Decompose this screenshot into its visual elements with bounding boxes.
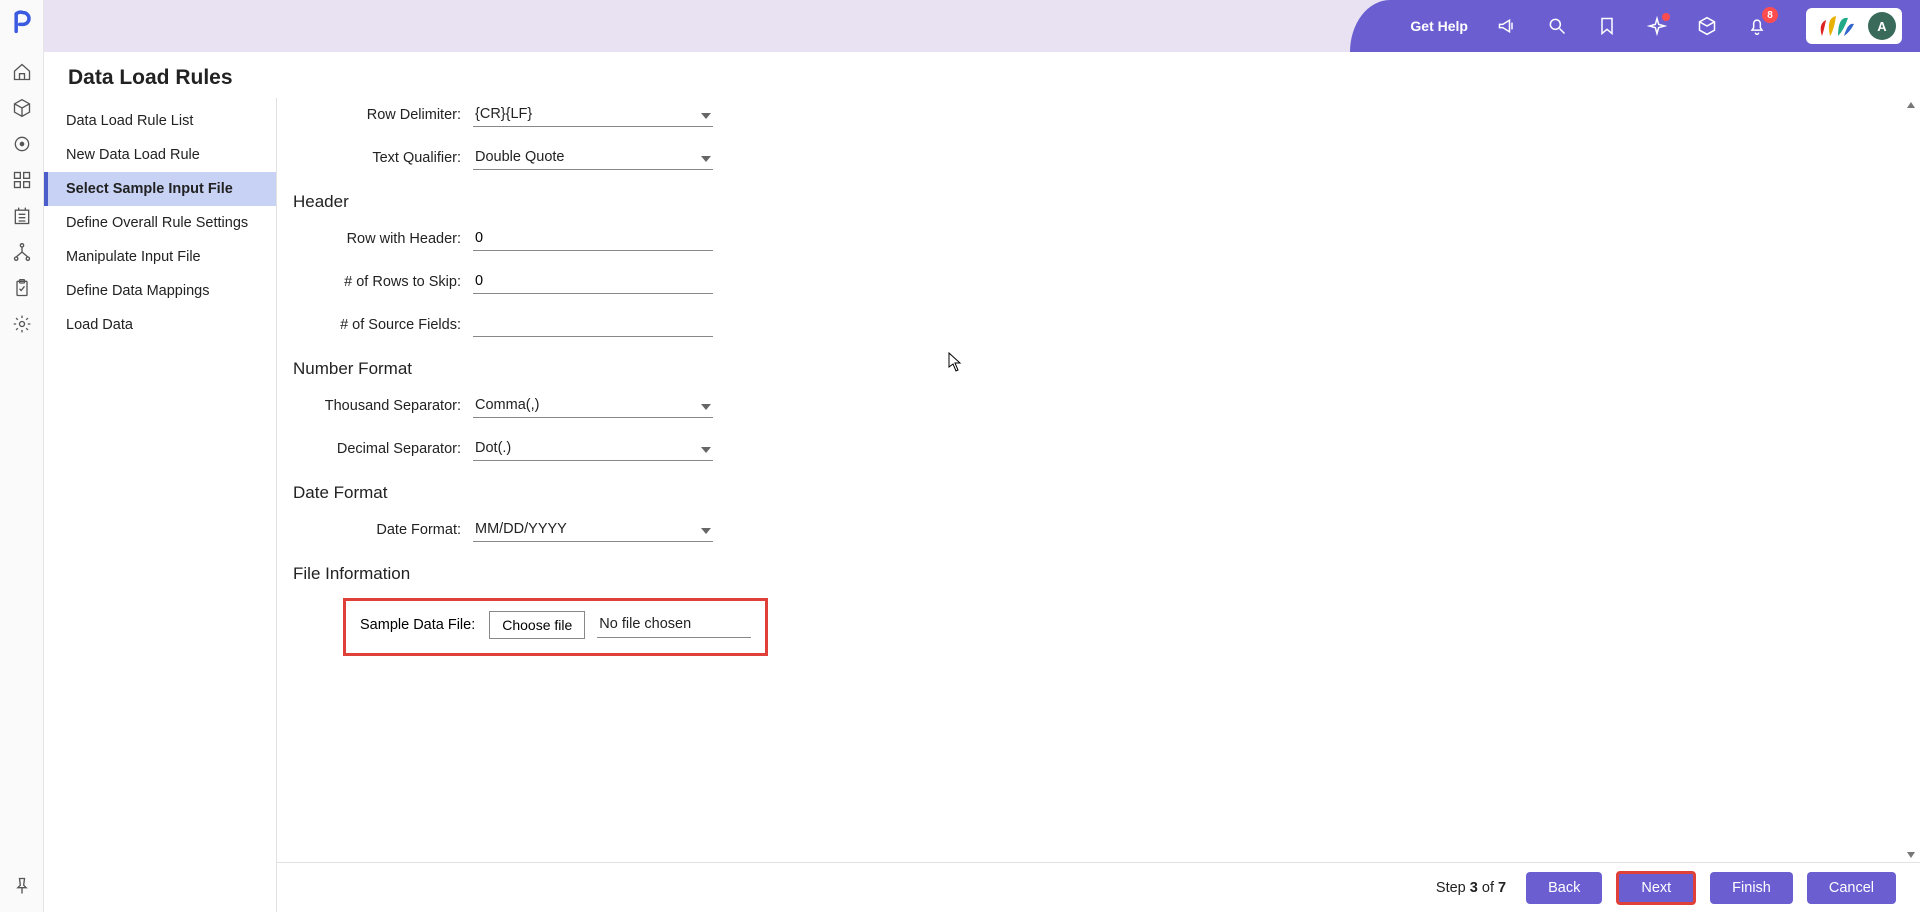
thousand-sep-label: Thousand Separator: — [293, 398, 473, 414]
wiz-item-list[interactable]: Data Load Rule List — [44, 104, 276, 138]
rows-to-skip-input[interactable] — [473, 269, 713, 294]
date-format-select[interactable]: MM/DD/YYYY — [473, 517, 713, 542]
wiz-item-manipulate[interactable]: Manipulate Input File — [44, 240, 276, 274]
source-fields-label: # of Source Fields: — [293, 317, 473, 333]
building-icon[interactable] — [10, 204, 34, 228]
wiz-item-load[interactable]: Load Data — [44, 308, 276, 342]
decimal-sep-label: Decimal Separator: — [293, 441, 473, 457]
file-section: File Information — [293, 564, 1892, 584]
form-scroll[interactable]: Row Delimiter: {CR}{LF} Text Qualifier: … — [293, 98, 1892, 862]
next-button[interactable]: Next — [1616, 871, 1696, 905]
row-delimiter-label: Row Delimiter: — [293, 107, 473, 123]
page: Data Load Rules Data Load Rule List New … — [44, 52, 1920, 912]
cancel-button[interactable]: Cancel — [1807, 872, 1896, 904]
number-section: Number Format — [293, 359, 1892, 379]
thousand-sep-select[interactable]: Comma(,) — [473, 393, 713, 418]
scrollbar[interactable] — [1904, 98, 1918, 862]
grid-icon[interactable] — [10, 168, 34, 192]
get-help-link[interactable]: Get Help — [1410, 18, 1468, 34]
date-format-label: Date Format: — [293, 522, 473, 538]
topbar-actions: Get Help 8 A — [1350, 0, 1920, 52]
text-qualifier-select[interactable]: Double Quote — [473, 145, 713, 170]
sample-file-highlight: Sample Data File: Choose file No file ch… — [343, 598, 768, 656]
bell-icon[interactable]: 8 — [1746, 15, 1768, 37]
row-with-header-input[interactable] — [473, 226, 713, 251]
search-icon[interactable] — [1546, 15, 1568, 37]
row-delimiter-select[interactable]: {CR}{LF} — [473, 102, 713, 127]
home-icon[interactable] — [10, 60, 34, 84]
sample-file-label: Sample Data File: — [360, 617, 475, 633]
sparkle-icon[interactable] — [1646, 15, 1668, 37]
topbar: Get Help 8 A — [44, 0, 1920, 52]
wizard-nav: Data Load Rule List New Data Load Rule S… — [44, 98, 277, 912]
megaphone-icon[interactable] — [1496, 15, 1518, 37]
icon-rail — [0, 0, 44, 912]
rows-to-skip-label: # of Rows to Skip: — [293, 274, 473, 290]
avatar: A — [1868, 12, 1896, 40]
choose-file-button[interactable]: Choose file — [489, 611, 585, 639]
header-section: Header — [293, 192, 1892, 212]
wiz-item-mappings[interactable]: Define Data Mappings — [44, 274, 276, 308]
page-title: Data Load Rules — [44, 52, 1920, 98]
finish-button[interactable]: Finish — [1710, 872, 1793, 904]
back-button[interactable]: Back — [1526, 872, 1602, 904]
decimal-sep-select[interactable]: Dot(.) — [473, 436, 713, 461]
wiz-item-sample[interactable]: Select Sample Input File — [44, 172, 276, 206]
file-chooser: Choose file No file chosen — [489, 611, 751, 639]
wiz-item-new[interactable]: New Data Load Rule — [44, 138, 276, 172]
row-with-header-label: Row with Header: — [293, 231, 473, 247]
app-logo[interactable] — [8, 8, 36, 36]
date-section: Date Format — [293, 483, 1892, 503]
step-indicator: Step 3 of 7 — [1436, 880, 1506, 896]
form-area: Row Delimiter: {CR}{LF} Text Qualifier: … — [277, 98, 1920, 912]
wiz-item-overall[interactable]: Define Overall Rule Settings — [44, 206, 276, 240]
target-icon[interactable] — [10, 132, 34, 156]
package-icon[interactable] — [1696, 15, 1718, 37]
user-chip[interactable]: A — [1806, 8, 1902, 44]
file-status: No file chosen — [599, 616, 691, 632]
bookmark-icon[interactable] — [1596, 15, 1618, 37]
clipboard-icon[interactable] — [10, 276, 34, 300]
source-fields-input[interactable] — [473, 312, 713, 337]
tenant-logo — [1812, 12, 1858, 40]
pin-icon[interactable] — [10, 874, 34, 898]
gear-icon[interactable] — [10, 312, 34, 336]
box-icon[interactable] — [10, 96, 34, 120]
notification-count: 8 — [1762, 7, 1778, 23]
hierarchy-icon[interactable] — [10, 240, 34, 264]
wizard-footer: Step 3 of 7 Back Next Finish Cancel — [277, 862, 1920, 912]
text-qualifier-label: Text Qualifier: — [293, 150, 473, 166]
content: Data Load Rule List New Data Load Rule S… — [44, 98, 1920, 912]
